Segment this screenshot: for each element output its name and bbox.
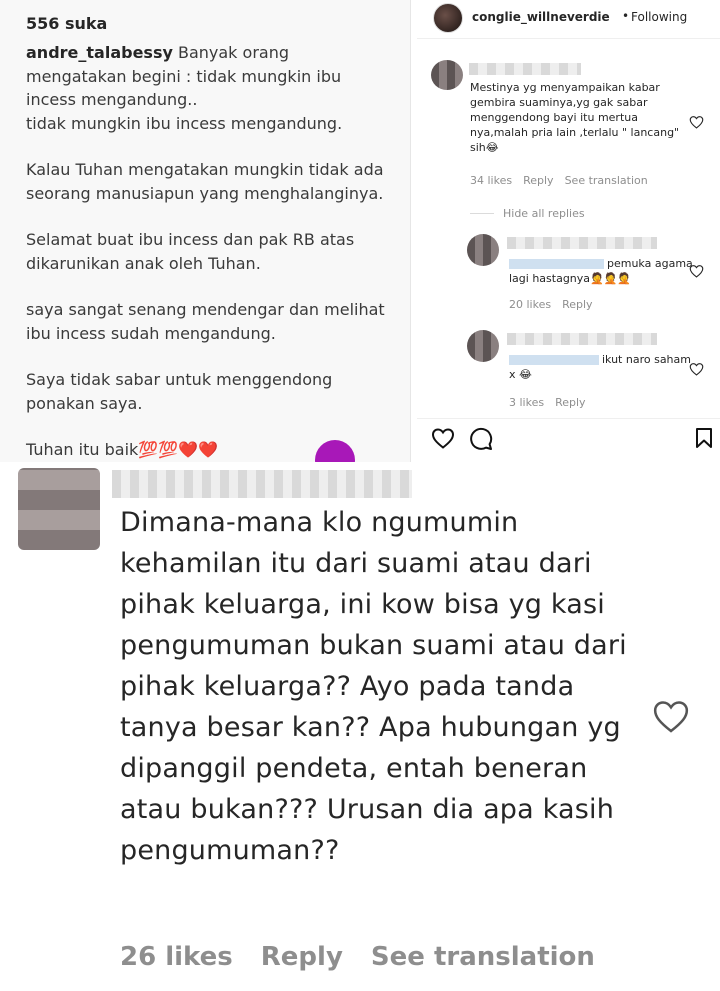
post-action-bar xyxy=(417,418,720,462)
reply-button[interactable]: Reply xyxy=(555,396,585,409)
reply-button[interactable]: Reply xyxy=(261,942,343,972)
redacted-mention xyxy=(509,259,604,269)
comment-text: Dimana-mana klo ngumumin kehamilan itu d… xyxy=(120,507,627,866)
redacted-mention xyxy=(509,355,599,365)
comment-meta: 26 likes Reply See translation xyxy=(120,942,623,972)
heart-icon[interactable] xyxy=(689,115,704,129)
reply-meta: 3 likes Reply xyxy=(509,396,597,409)
redacted-username xyxy=(507,237,657,249)
header-username[interactable]: conglie_willneverdie xyxy=(472,10,610,24)
reply-text: pemuka agama lagi hastagnya🤦🤦🤦 xyxy=(509,256,699,286)
heart-icon[interactable] xyxy=(652,698,690,734)
caption-paragraph-5: Saya tidak sabar untuk menggendong ponak… xyxy=(26,370,333,413)
caption-username[interactable]: andre_talabessy xyxy=(26,43,173,62)
avatar[interactable] xyxy=(431,60,463,90)
reply-likes[interactable]: 20 likes xyxy=(509,298,551,311)
reply-likes[interactable]: 3 likes xyxy=(509,396,544,409)
comment-thread-panel: conglie_willneverdie • Following Mestiny… xyxy=(417,0,720,462)
comment-text: Mestinya yg menyampaikan kabar gembira s… xyxy=(470,81,680,154)
comment-likes[interactable]: 34 likes xyxy=(470,174,512,187)
thread-header: conglie_willneverdie • Following xyxy=(417,0,720,39)
enlarged-comment: Dimana-mana klo ngumumin kehamilan itu d… xyxy=(0,462,720,991)
post-likes-count[interactable]: 556 suka xyxy=(26,14,107,33)
post-caption: andre_talabessy Banyak orang mengatakan … xyxy=(26,41,386,462)
reply-meta: 20 likes Reply xyxy=(509,298,604,311)
redacted-username xyxy=(112,470,412,498)
bookmark-icon[interactable] xyxy=(695,427,713,449)
see-translation-link[interactable]: See translation xyxy=(565,174,648,187)
avatar[interactable] xyxy=(467,234,499,266)
heart-icon[interactable] xyxy=(689,264,704,278)
redacted-username xyxy=(507,333,657,345)
hide-replies-button[interactable]: Hide all replies xyxy=(503,207,585,220)
replies-divider xyxy=(470,213,494,214)
avatar[interactable] xyxy=(433,3,463,33)
following-button[interactable]: Following xyxy=(631,10,687,24)
caption-paragraph-3: Selamat buat ibu incess dan pak RB atas … xyxy=(26,230,355,273)
reply-button[interactable]: Reply xyxy=(523,174,553,187)
redacted-username xyxy=(469,63,581,75)
comment-meta: 34 likes Reply See translation xyxy=(470,174,659,187)
avatar[interactable] xyxy=(467,330,499,362)
reply-button[interactable]: Reply xyxy=(562,298,592,311)
caption-paragraph-4: saya sangat senang mendengar dan melihat… xyxy=(26,300,385,343)
see-translation-link[interactable]: See translation xyxy=(371,942,595,972)
reply-text: ikut naro saham x 😂 xyxy=(509,352,699,382)
heart-icon[interactable] xyxy=(431,427,455,449)
comment-likes[interactable]: 26 likes xyxy=(120,942,233,972)
post-caption-panel: 556 suka andre_talabessy Banyak orang me… xyxy=(0,0,410,462)
comment-icon[interactable] xyxy=(469,427,493,451)
avatar[interactable] xyxy=(18,468,100,550)
heart-icon[interactable] xyxy=(689,362,704,376)
header-separator: • xyxy=(622,9,630,23)
caption-paragraph-2: Kalau Tuhan mengatakan mungkin tidak ada… xyxy=(26,160,384,203)
